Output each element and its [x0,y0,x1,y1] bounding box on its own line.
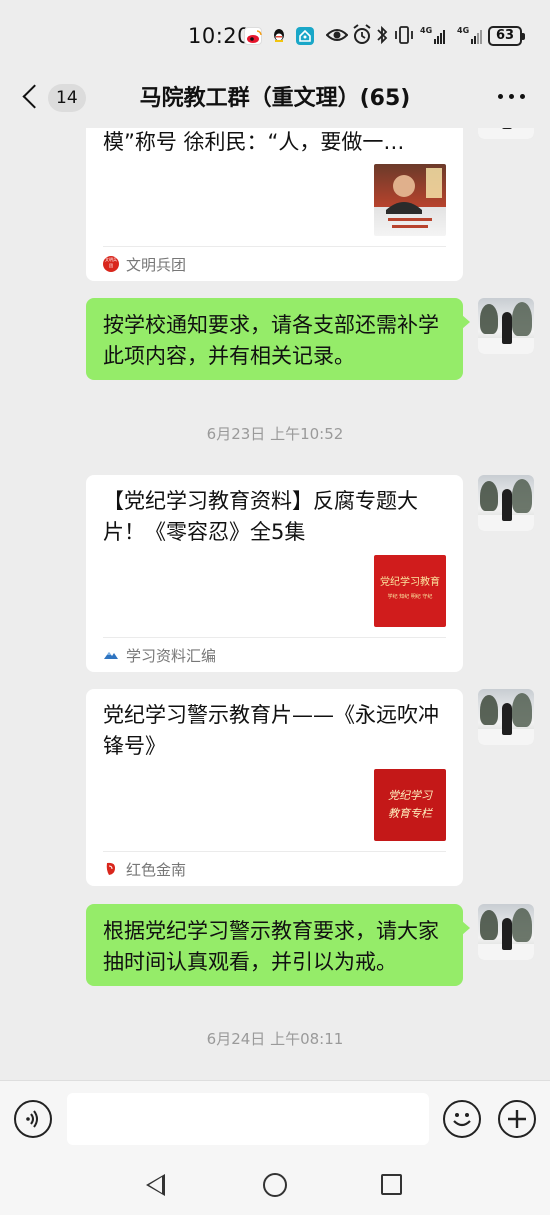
article-card[interactable]: 模”称号 徐利民：“人，要做一… 文明兵团 文明兵团 [86,128,463,281]
article-card[interactable]: 党纪学习警示教育片——《永远吹冲锋号》 党纪学习 教育专栏 红色金南 [86,689,463,886]
article-title: 党纪学习警示教育片——《永远吹冲锋号》 [103,703,439,758]
article-card[interactable]: 【党纪学习教育资料】反腐专题大片！《零容忍》全5集 党纪学习教育 学纪 知纪 明… [86,475,463,672]
wenming-logo-icon: 文明兵团 [103,256,119,272]
article-title: 【党纪学习教育资料】反腐专题大片！《零容忍》全5集 [103,489,418,544]
unread-count-badge: 14 [48,84,86,112]
article-source: 红色金南 [103,859,186,879]
system-nav-bar [0,1156,550,1215]
vibrate-icon [394,24,414,52]
red-flag-icon [103,861,119,877]
alarm-icon [352,24,372,52]
network-type-1: 4G [420,26,433,35]
message-list[interactable]: 模”称号 徐利民：“人，要做一… 文明兵团 文明兵团 按学校通知要求，请各支部还… [0,128,550,1080]
source-name: 红色金南 [126,860,187,879]
article-thumbnail: 党纪学习教育 学纪 知纪 明纪 守纪 [374,555,446,627]
voice-icon [26,1110,38,1128]
nav-home-icon[interactable] [263,1173,287,1197]
app-store-icon [296,27,314,45]
chat-header: 14 马院教工群（重文理）(65) [0,72,550,128]
more-features-button[interactable] [498,1100,536,1138]
input-bar [0,1080,550,1156]
battery-icon: 63 [488,26,525,46]
signal-2-icon: 4G [457,26,483,44]
avatar[interactable] [478,298,534,354]
avatar[interactable] [478,904,534,960]
article-thumbnail: 党纪学习 教育专栏 [374,769,446,841]
signal-1-icon: 4G [420,26,446,44]
avatar[interactable] [478,475,534,531]
bluetooth-icon [376,24,388,52]
article-thumbnail [374,164,446,236]
more-dots-icon [498,94,503,99]
message-timestamp: 6月23日 上午10:52 [206,425,344,443]
chevron-left-icon [22,84,47,109]
plus-icon [508,1110,526,1128]
source-name: 文明兵团 [126,255,187,274]
message-input[interactable] [67,1093,429,1145]
status-time: 10:20 [188,24,252,48]
voice-button[interactable] [14,1100,52,1138]
eye-icon [325,24,349,52]
message-timestamp: 6月24日 上午08:11 [206,1030,344,1048]
text-message[interactable]: 根据党纪学习警示教育要求，请大家抽时间认真观看，并引以为戒。 [86,904,470,986]
nav-recents-icon[interactable] [381,1174,402,1195]
network-type-2: 4G [457,26,470,35]
chat-title: 马院教工群（重文理）(65) [139,86,411,111]
qq-icon [270,27,288,45]
nav-back-icon[interactable] [146,1174,165,1196]
weibo-icon [244,27,262,45]
source-name: 学习资料汇编 [126,646,217,665]
emoji-button[interactable] [443,1100,481,1138]
article-source: 学习资料汇编 [103,645,216,665]
avatar[interactable] [478,128,534,139]
text-message[interactable]: 按学校通知要求，请各支部还需补学此项内容，并有相关记录。 [86,298,470,380]
more-options-button[interactable] [496,86,528,106]
emoji-icon [453,1113,471,1127]
back-button[interactable]: 14 [18,80,88,116]
article-source: 文明兵团 文明兵团 [103,254,186,274]
status-bar: 10:20 4G 4G 63 [0,0,550,72]
article-title: 模”称号 徐利民：“人，要做一… [103,130,405,154]
mountain-logo-icon [103,647,119,663]
avatar[interactable] [478,689,534,745]
